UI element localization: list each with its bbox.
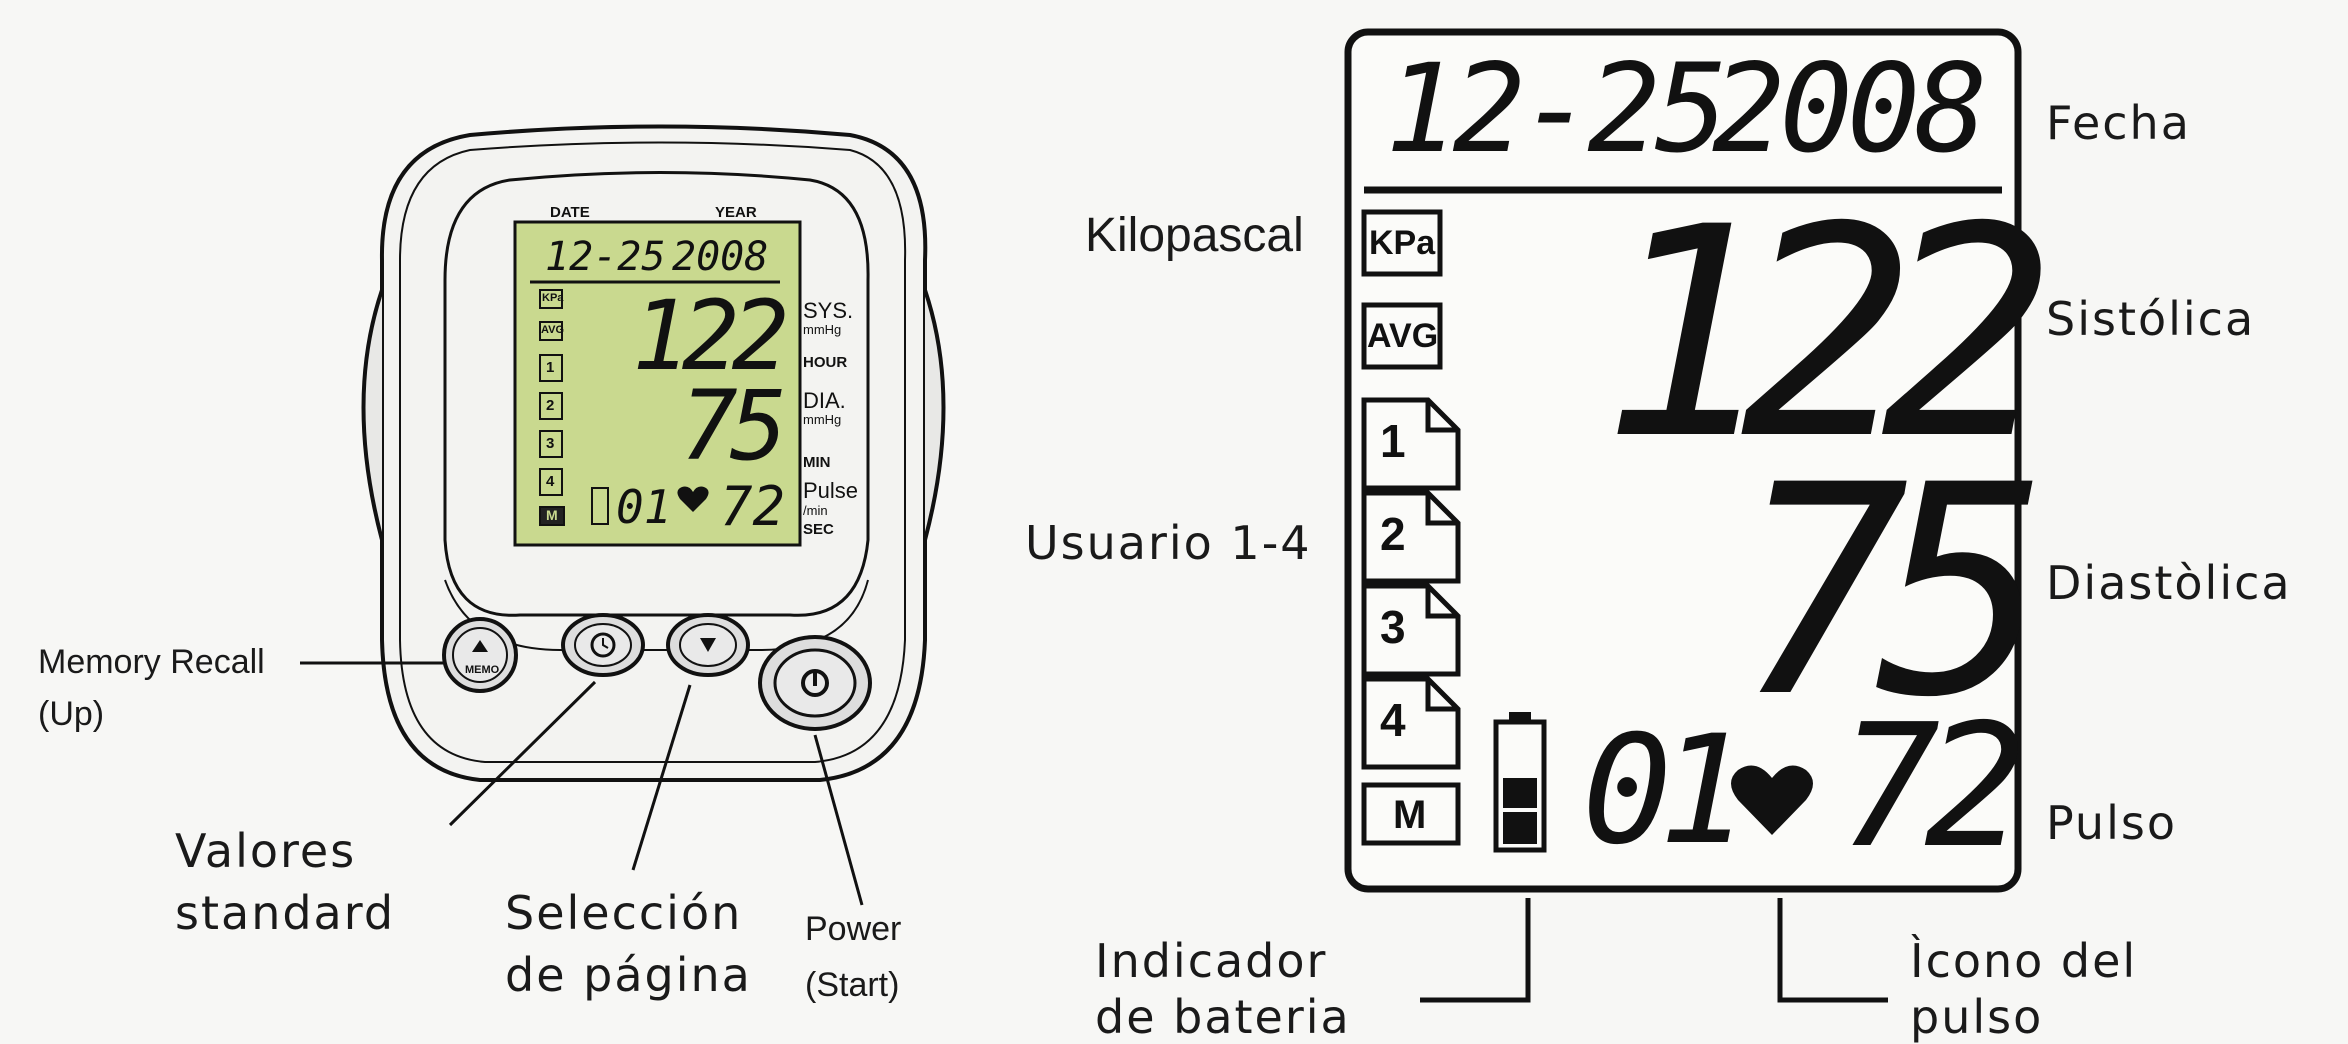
device-user2-text: 2 [546,397,555,414]
avg-icon-text: AVG [1367,317,1439,355]
page-select-label-line2: de página [505,948,752,1002]
default-values-label-line2: standard [175,886,396,940]
page-select-label-line1: Selección [505,886,743,940]
device-memory-text: M [546,507,558,523]
user2-icon-text: 2 [1380,508,1406,560]
kilopascal-label: Kilopascal [1085,209,1304,262]
battery-label-line2: de bateria [1095,990,1351,1044]
user3-icon-text: 3 [1380,601,1406,653]
user-range-label: Usuario 1-4 [1025,516,1312,570]
page-select-button[interactable] [666,613,750,677]
device-lcd-user-number: 01 [616,480,672,534]
display-user-number: 01 [1582,704,1749,878]
device-dia-unit: mmHg [803,412,842,427]
power-label-line2: (Start) [805,966,900,1004]
user4-icon-text: 4 [1380,694,1406,746]
right-side-grip [923,289,946,541]
device-min-label: MIN [803,454,831,471]
memory-recall-label: Memory Recall [38,643,265,681]
memory-recall-button[interactable] [442,617,518,693]
device-sys-label: SYS. [803,298,854,323]
user1-icon-text: 1 [1380,415,1406,467]
device-lcd-date: 12-25 [545,234,666,280]
device-user4-text: 4 [546,473,555,490]
pulse-icon-leader [1777,898,1888,1003]
device-lcd-year: 2008 [672,234,769,280]
pulse-icon-label-line1: Ìcono del [1910,934,2138,988]
device-pulse-label: Pulse [803,478,859,503]
memory-recall-sub-label: (Up) [38,695,105,733]
device-year-header: YEAR [715,204,757,221]
display-year: 2008 [1712,38,1988,180]
display-date: 12-25 [1385,38,1728,180]
power-label-line1: Power [805,910,902,948]
device-avg-text: AVG [541,324,565,336]
device-dia-label: DIA. [803,388,846,413]
device-user1-text: 1 [546,359,555,376]
diastolic-label: Diastòlica [2046,556,2292,610]
default-values-button[interactable] [561,613,645,677]
device-sys-unit: mmHg [803,322,842,337]
memory-icon-text: M [1393,793,1427,837]
date-label: Fecha [2046,96,2191,150]
default-values-label-line1: Valores [175,824,357,878]
device-user3-text: 3 [546,435,555,452]
device-lcd-diastolic: 75 [680,370,788,482]
battery-leader [1420,898,1531,1003]
pulse-icon-label-line2: pulso [1910,990,2044,1044]
pulse-label: Pulso [2046,796,2177,850]
memo-button-label: MEMO [465,664,500,676]
device-date-header: DATE [550,204,590,221]
display-pulse: 72 [1838,688,2027,886]
systolic-label: Sistólica [2046,292,2256,346]
kpa-icon-text: KPa [1369,224,1436,262]
battery-label-line1: Indicador [1095,934,1328,988]
device-sec-label: SEC [803,521,834,538]
left-side-grip [361,289,384,541]
device-lcd-pulse: 72 [720,475,786,538]
power-button[interactable] [758,635,872,731]
device-hour-label: HOUR [803,354,848,371]
device-pulse-unit: /min [803,503,828,518]
device-kpa-text: KPa [542,292,564,304]
